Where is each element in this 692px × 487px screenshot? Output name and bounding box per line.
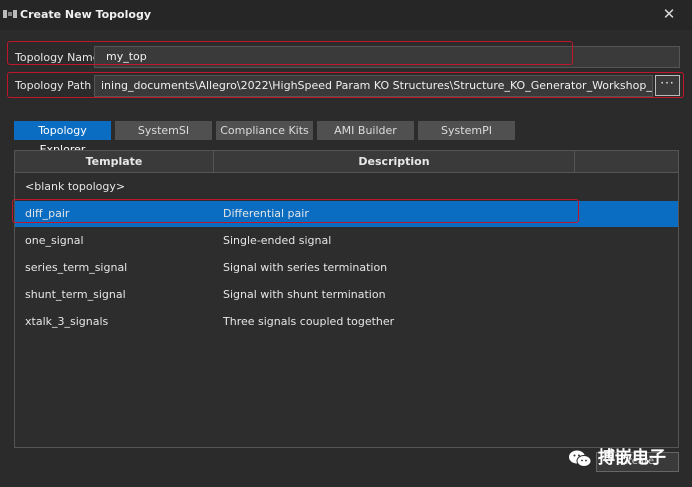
template-cell: series_term_signal xyxy=(25,261,128,274)
topology-app-icon xyxy=(3,10,17,18)
topology-name-input[interactable]: my_top xyxy=(94,46,680,68)
column-header-template[interactable]: Template xyxy=(15,151,214,172)
tab-compliance-kits[interactable]: Compliance Kits xyxy=(216,121,313,140)
table-row[interactable]: <blank topology> xyxy=(15,174,678,200)
table-row[interactable]: shunt_term_signal Signal with shunt term… xyxy=(15,282,678,308)
template-cell: xtalk_3_signals xyxy=(25,315,109,328)
tab-ami-builder[interactable]: AMI Builder xyxy=(317,121,414,140)
table-row[interactable]: xtalk_3_signals Three signals coupled to… xyxy=(15,309,678,335)
description-cell: Signal with shunt termination xyxy=(223,288,386,301)
column-header-description[interactable]: Description xyxy=(214,151,575,172)
template-cell: <blank topology> xyxy=(25,180,126,193)
tab-systemsi[interactable]: SystemSI xyxy=(115,121,212,140)
table-row[interactable]: series_term_signal Signal with series te… xyxy=(15,255,678,281)
description-cell: Signal with series termination xyxy=(223,261,388,274)
topology-name-label: Topology Name xyxy=(15,51,100,64)
template-cell: one_signal xyxy=(25,234,84,247)
template-table: Template Description <blank topology> di… xyxy=(14,150,679,448)
description-cell: Three signals coupled together xyxy=(223,315,395,328)
table-header: Template Description xyxy=(15,151,678,173)
table-row[interactable]: one_signal Single-ended signal xyxy=(15,228,678,254)
close-button[interactable]: ✕ xyxy=(660,5,678,23)
wechat-icon xyxy=(569,450,592,467)
table-row-selected[interactable]: diff_pair Differential pair xyxy=(15,201,678,227)
topology-path-input[interactable]: ining_documents\Allegro\2022\HighSpeed P… xyxy=(94,75,653,97)
window-title: Create New Topology xyxy=(20,8,151,21)
browse-button[interactable]: ··· xyxy=(655,75,680,96)
column-header-empty xyxy=(575,151,678,172)
template-cell: diff_pair xyxy=(25,207,70,220)
tab-systempi[interactable]: SystemPI xyxy=(418,121,515,140)
watermark-text: 搏嵌电子 xyxy=(598,448,666,468)
topology-path-label: Topology Path xyxy=(15,79,92,92)
title-bar: Create New Topology ✕ xyxy=(0,0,692,30)
template-cell: shunt_term_signal xyxy=(25,288,126,301)
description-cell: Differential pair xyxy=(223,207,309,220)
description-cell: Single-ended signal xyxy=(223,234,332,247)
tab-topology-explorer[interactable]: Topology Explorer xyxy=(14,121,111,156)
